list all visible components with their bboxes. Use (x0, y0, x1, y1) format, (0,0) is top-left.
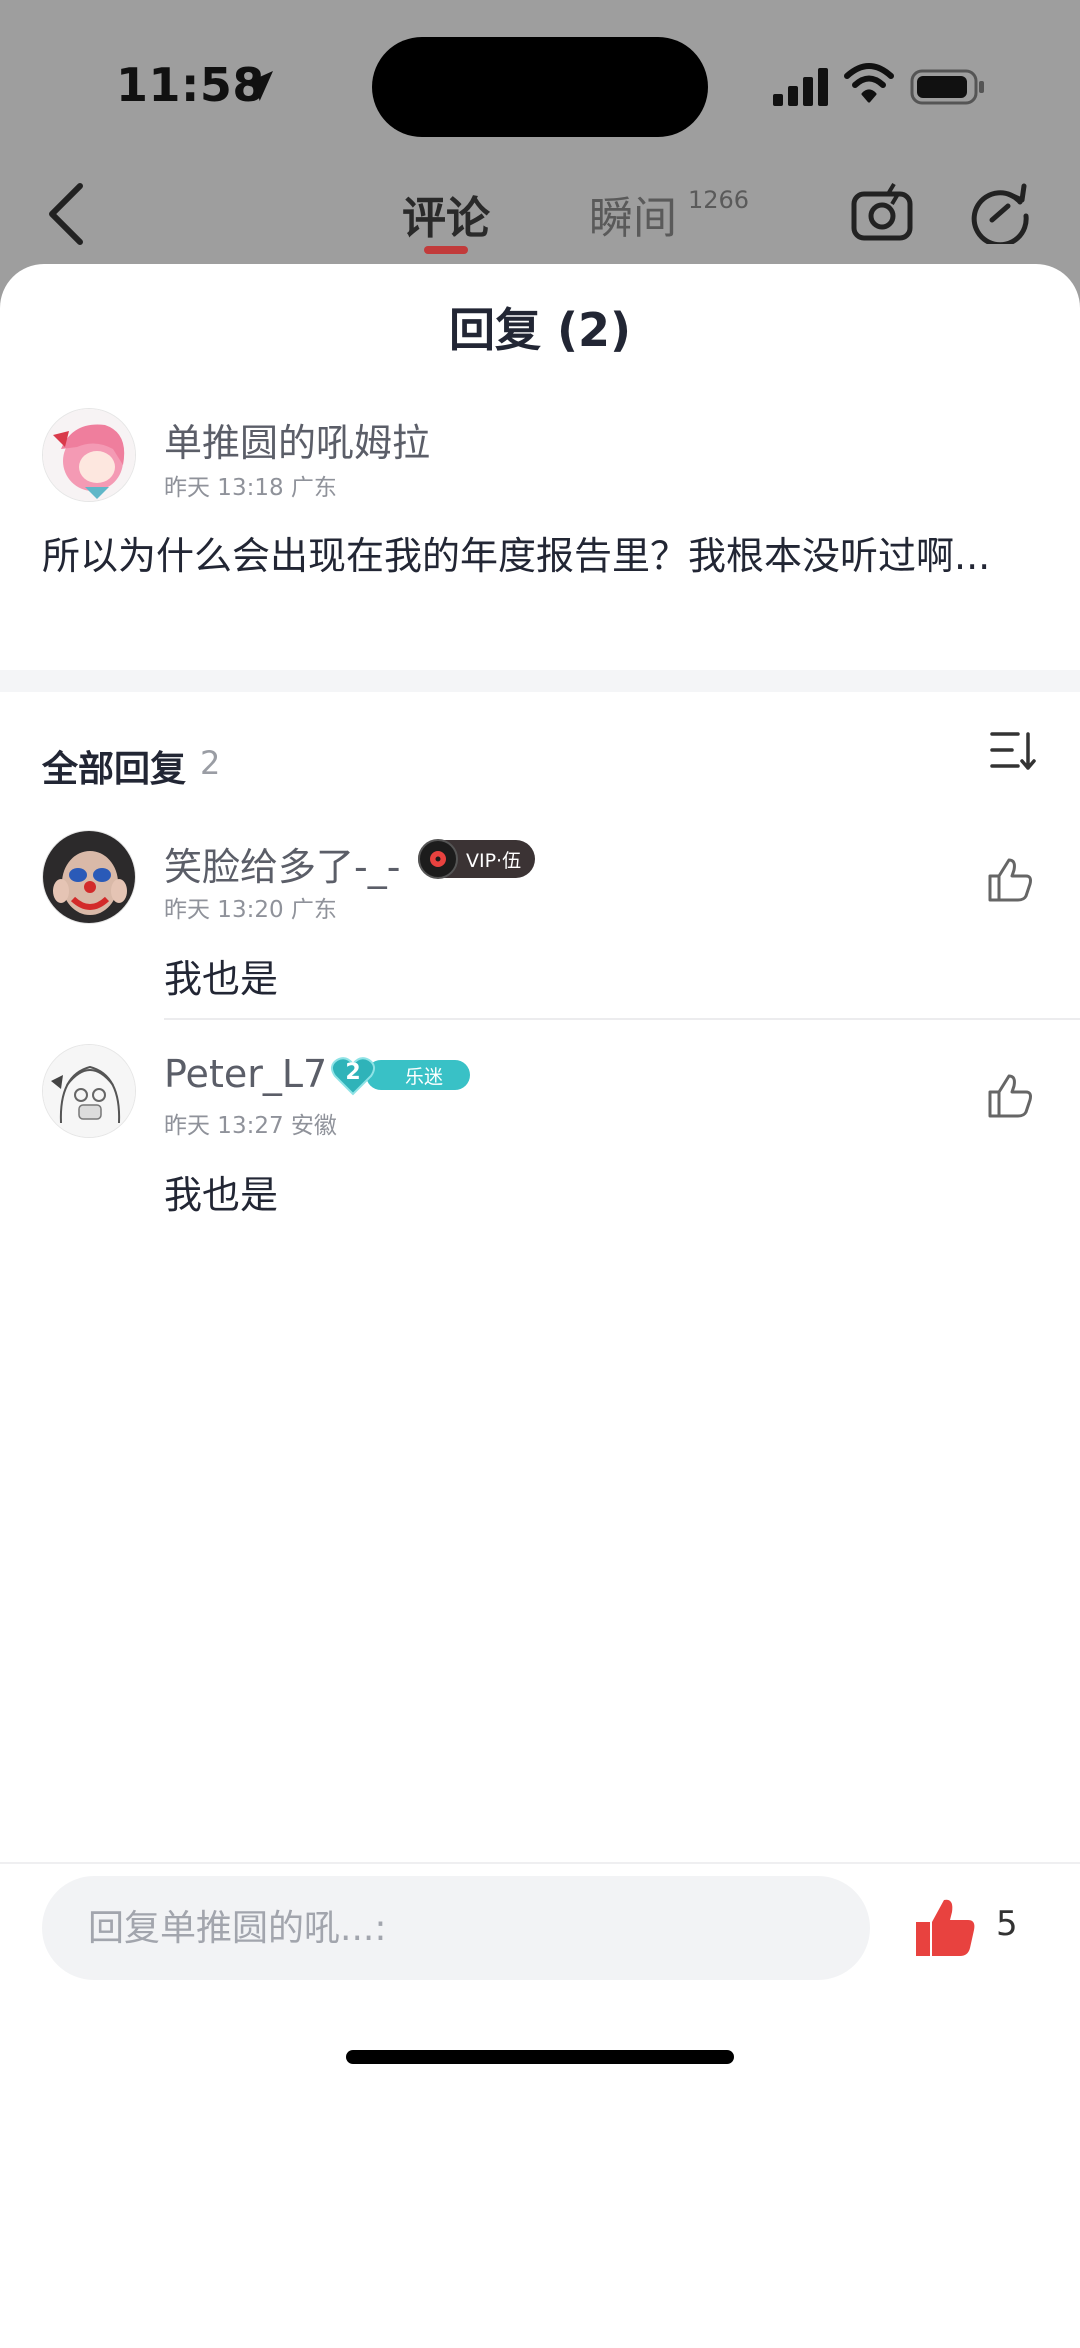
wifi-icon (844, 63, 894, 103)
comment-text: 所以为什么会出现在我的年度报告里？我根本没听过啊... (42, 534, 991, 578)
avatar[interactable] (42, 830, 136, 924)
vip-badge-label: VIP·伍 (466, 849, 522, 872)
vip-badge: VIP·伍 (418, 839, 536, 879)
back-arrow-icon[interactable] (44, 180, 88, 248)
sort-icon[interactable] (988, 726, 1038, 776)
reply-username[interactable]: Peter_L7 (164, 1052, 327, 1096)
thumbs-up-icon[interactable] (984, 1070, 1036, 1122)
location-arrow-icon (243, 71, 273, 101)
input-bar-divider (0, 1862, 1080, 1864)
reply-username[interactable]: 笑脸给多了-_- (164, 836, 400, 891)
battery-icon (910, 69, 984, 105)
vinyl-record-icon (418, 839, 458, 879)
reply-text: 我也是 (164, 957, 279, 1001)
tab-moments[interactable]: 瞬间 (589, 182, 677, 246)
avatar[interactable] (42, 408, 136, 502)
all-replies-label: 全部回复 (42, 749, 187, 790)
reply-meta: 昨天 13:20 广东 (164, 897, 337, 923)
tab-moments-count: 1266 (688, 186, 750, 214)
comment-username[interactable]: 单推圆的吼姆拉 (164, 412, 430, 467)
like-count: 5 (996, 1904, 1018, 1944)
tab-active-indicator (424, 246, 468, 254)
cellular-signal-icon (773, 68, 828, 106)
reply-meta: 昨天 13:27 安徽 (164, 1113, 337, 1139)
tab-comments[interactable]: 评论 (402, 182, 490, 246)
comment-meta: 昨天 13:18 广东 (164, 475, 337, 501)
reply-divider (164, 1018, 1080, 1020)
top-nav: 评论 瞬间 1266 (0, 170, 1080, 270)
thumbs-up-filled-icon[interactable] (912, 1894, 978, 1960)
avatar[interactable] (42, 1044, 136, 1138)
replies-sheet: 回复 (2) 单推圆的吼姆拉 昨天 13:18 广东 所以为什么会出现在我的年度… (0, 264, 1080, 2348)
section-divider (0, 670, 1080, 692)
thumbs-up-icon[interactable] (984, 854, 1036, 906)
sheet-title: 回复 (2) (448, 303, 632, 357)
fan-badge-label: 乐迷 (366, 1060, 470, 1090)
all-replies-count: 2 (200, 744, 221, 782)
camera-icon[interactable] (850, 180, 914, 244)
dynamic-island (372, 37, 708, 137)
status-bar: 11:58 (0, 0, 1080, 170)
fan-level-number: 2 (345, 1060, 361, 1085)
home-indicator[interactable] (346, 2050, 734, 2064)
reply-text: 我也是 (164, 1173, 279, 1217)
share-refresh-icon[interactable] (968, 180, 1032, 244)
reply-input[interactable] (42, 1876, 870, 1980)
